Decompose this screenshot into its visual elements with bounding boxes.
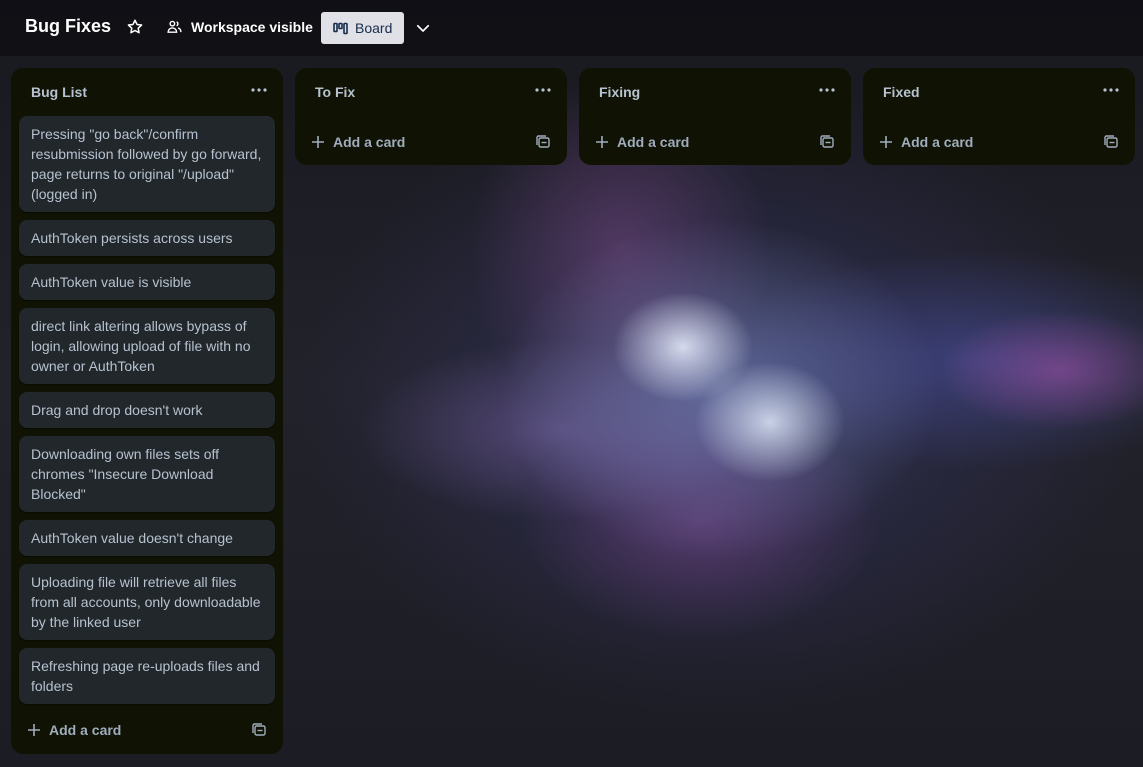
add-card-button[interactable]: Add a card (879, 134, 973, 150)
list-title[interactable]: Fixed (883, 84, 920, 100)
more-icon[interactable] (817, 82, 837, 98)
add-card-label: Add a card (901, 134, 974, 150)
list-card[interactable]: AuthToken value is visible (19, 264, 275, 300)
add-card-button[interactable]: Add a card (595, 134, 689, 150)
card-template-icon[interactable] (535, 134, 551, 150)
list-card[interactable]: direct link altering allows bypass of lo… (19, 308, 275, 384)
board-header: Bug Fixes Workspace visible Board (0, 0, 1143, 56)
more-icon[interactable] (249, 82, 269, 98)
list-bug-list: Bug List Pressing "go back"/confirm resu… (11, 68, 283, 754)
workspace-visibility-label: Workspace visible (191, 18, 313, 35)
board-view-label: Board (355, 20, 393, 36)
board-view-button[interactable]: Board (321, 12, 404, 44)
board-title[interactable]: Bug Fixes (25, 16, 111, 37)
add-card-label: Add a card (49, 722, 122, 738)
plus-icon (879, 135, 893, 149)
card-template-icon[interactable] (251, 722, 267, 738)
list-card[interactable]: Pressing "go back"/confirm resubmission … (19, 116, 275, 212)
chevron-down-icon[interactable] (414, 19, 432, 37)
list-card[interactable]: AuthToken persists across users (19, 220, 275, 256)
card-template-icon[interactable] (1103, 134, 1119, 150)
list-title[interactable]: Fixing (599, 84, 640, 100)
more-icon[interactable] (533, 82, 553, 98)
star-icon[interactable] (126, 18, 144, 36)
list-title[interactable]: To Fix (315, 84, 355, 100)
workspace-visibility-button[interactable]: Workspace visible (166, 18, 313, 35)
list-card[interactable]: Downloading own files sets off chromes "… (19, 436, 275, 512)
plus-icon (595, 135, 609, 149)
add-card-button[interactable]: Add a card (27, 722, 121, 738)
list-card[interactable]: Uploading file will retrieve all files f… (19, 564, 275, 640)
more-icon[interactable] (1101, 82, 1121, 98)
list-fixed: Fixed Add a card (863, 68, 1135, 165)
workspace-icon (166, 18, 183, 35)
add-card-label: Add a card (617, 134, 690, 150)
board-view-icon (333, 22, 348, 35)
add-card-button[interactable]: Add a card (311, 134, 405, 150)
list-fixing: Fixing Add a card (579, 68, 851, 165)
list-title[interactable]: Bug List (31, 84, 87, 100)
list-card[interactable]: Refreshing page re-uploads files and fol… (19, 648, 275, 704)
list-card[interactable]: Drag and drop doesn't work (19, 392, 275, 428)
list-to-fix: To Fix Add a card (295, 68, 567, 165)
plus-icon (311, 135, 325, 149)
card-template-icon[interactable] (819, 134, 835, 150)
add-card-label: Add a card (333, 134, 406, 150)
list-card[interactable]: AuthToken value doesn't change (19, 520, 275, 556)
plus-icon (27, 723, 41, 737)
